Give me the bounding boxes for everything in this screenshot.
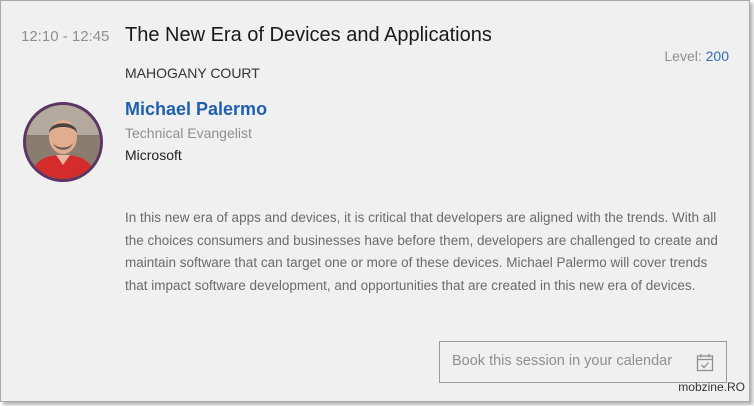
level-value: 200 [705, 48, 729, 64]
calendar-check-icon [696, 353, 714, 376]
session-level: Level: 200 [664, 48, 729, 64]
session-time: 12:10 - 12:45 [21, 28, 110, 45]
session-title: The New Era of Devices and Applications [125, 24, 492, 46]
book-session-button[interactable]: Book this session in your calendar [439, 341, 727, 383]
book-session-label: Book this session in your calendar [452, 353, 673, 369]
level-label: Level: [664, 48, 702, 64]
watermark: mobzine.RO [678, 380, 745, 394]
speaker-company: Microsoft [125, 147, 182, 163]
session-description: In this new era of apps and devices, it … [125, 210, 718, 293]
speaker-avatar [23, 102, 103, 182]
speaker-role: Technical Evangelist [125, 125, 252, 141]
speaker-photo [26, 105, 100, 179]
session-room: MAHOGANY COURT [125, 65, 260, 81]
session-card: 12:10 - 12:45 The New Era of Devices and… [0, 0, 750, 402]
speaker-name-link[interactable]: Michael Palermo [125, 99, 267, 120]
